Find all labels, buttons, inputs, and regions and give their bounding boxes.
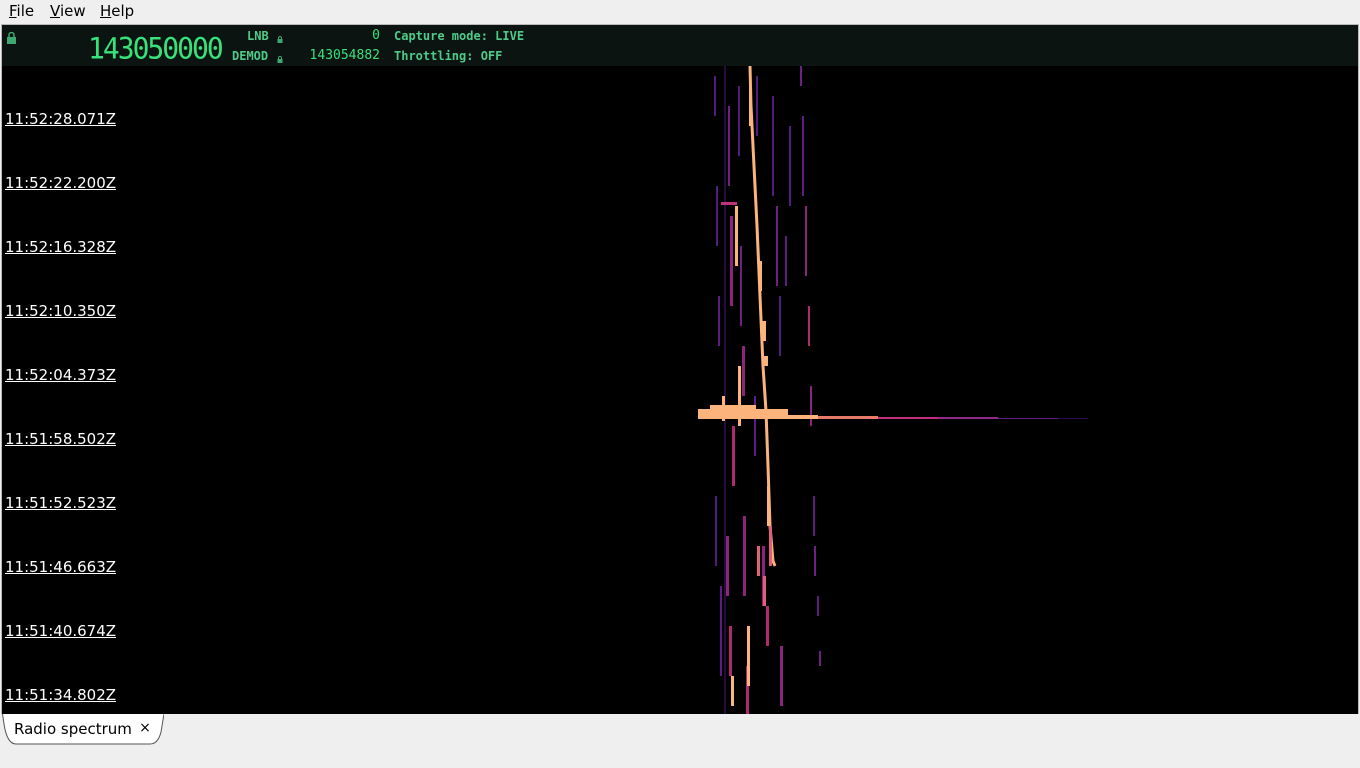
menu-bar: File View Help bbox=[0, 0, 1360, 22]
lnb-lock-icon[interactable] bbox=[277, 28, 283, 47]
waterfall-display[interactable]: 11:52:28.071Z 11:52:22.200Z 11:52:16.328… bbox=[2, 66, 1358, 715]
tab-label: Radio spectrum bbox=[14, 720, 132, 738]
menu-help[interactable]: Help bbox=[100, 1, 134, 21]
timestamp-label[interactable]: 11:52:04.373Z bbox=[5, 366, 116, 384]
lnb-label: LNB bbox=[247, 29, 269, 43]
close-icon[interactable]: × bbox=[138, 720, 152, 736]
tab-bar: Radio spectrum × bbox=[0, 714, 1360, 768]
timestamp-label[interactable]: 11:51:34.802Z bbox=[5, 686, 116, 704]
waterfall-spectrogram bbox=[2, 66, 1358, 715]
timestamp-label[interactable]: 11:52:22.200Z bbox=[5, 174, 116, 192]
menu-file[interactable]: File bbox=[9, 1, 34, 21]
menu-file-label: File bbox=[9, 2, 35, 20]
tab-radio-spectrum[interactable]: Radio spectrum × bbox=[2, 714, 164, 745]
demod-lock-icon[interactable] bbox=[277, 48, 283, 67]
center-frequency-display[interactable]: 143050000 bbox=[88, 31, 224, 66]
lock-icon[interactable] bbox=[6, 30, 17, 49]
throttling-status: Throttling: OFF bbox=[394, 49, 503, 63]
demod-label: DEMOD bbox=[232, 49, 269, 63]
lnb-value[interactable]: 0 bbox=[302, 28, 380, 43]
menu-help-label: Help bbox=[100, 2, 135, 20]
spectrum-panel: 143050000 LNB 0 DEMOD 143054882 Capture … bbox=[1, 24, 1359, 716]
timestamp-label[interactable]: 11:51:52.523Z bbox=[5, 494, 116, 512]
timestamp-label[interactable]: 11:52:28.071Z bbox=[5, 110, 116, 128]
capture-mode-status: Capture mode: LIVE bbox=[394, 29, 525, 43]
menu-view-label: View bbox=[50, 2, 86, 20]
menu-view[interactable]: View bbox=[50, 1, 86, 21]
receiver-header: 143050000 LNB 0 DEMOD 143054882 Capture … bbox=[2, 25, 1358, 66]
timestamp-label[interactable]: 11:51:58.502Z bbox=[5, 430, 116, 448]
timestamp-label[interactable]: 11:51:40.674Z bbox=[5, 622, 116, 640]
timestamp-label[interactable]: 11:52:16.328Z bbox=[5, 238, 116, 256]
timestamp-label[interactable]: 11:51:46.663Z bbox=[5, 558, 116, 576]
demod-frequency-value[interactable]: 143054882 bbox=[292, 48, 380, 63]
timestamp-label[interactable]: 11:52:10.350Z bbox=[5, 302, 116, 320]
